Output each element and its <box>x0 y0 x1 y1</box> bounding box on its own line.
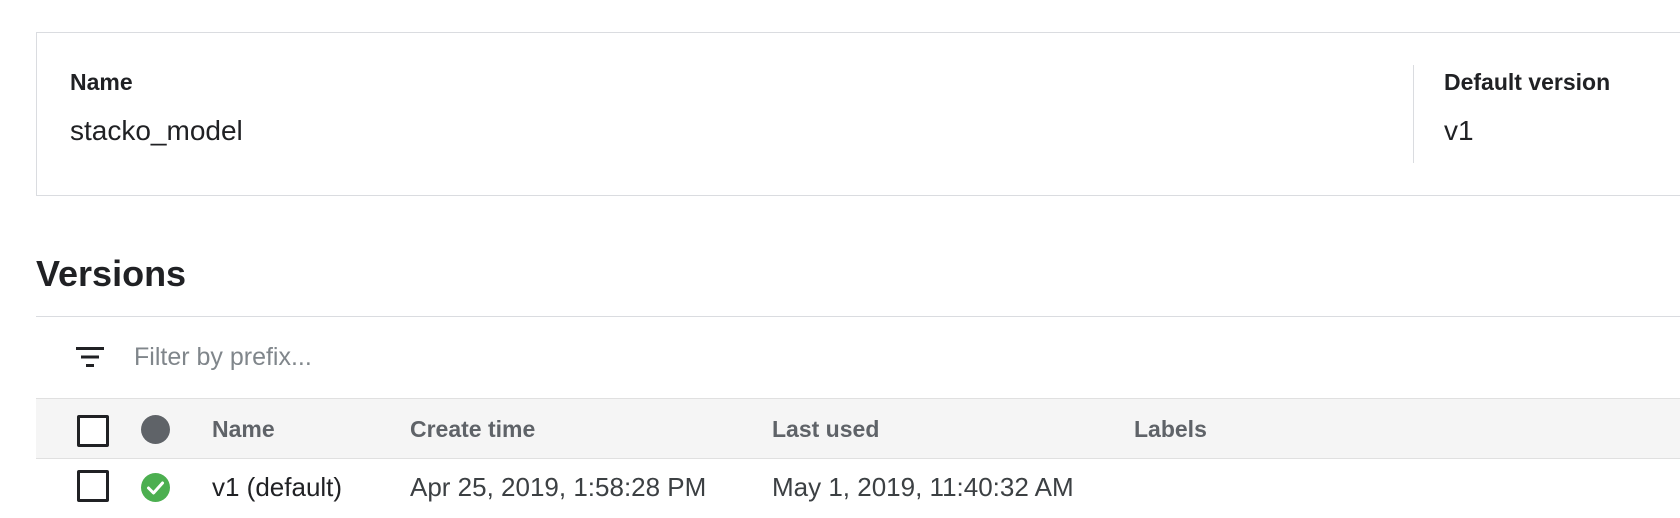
model-details-card: Name stacko_model Default version v1 <box>36 32 1680 196</box>
column-header-last-used[interactable]: Last used <box>772 414 879 444</box>
status-column-icon <box>141 415 170 444</box>
details-divider <box>1413 65 1414 163</box>
row-select-checkbox[interactable] <box>77 470 109 502</box>
version-name-link[interactable]: v1 (default) <box>212 472 342 502</box>
filter-list-icon[interactable] <box>76 347 104 369</box>
filter-input[interactable] <box>134 337 1034 377</box>
column-header-create-time[interactable]: Create time <box>410 414 535 444</box>
default-version-section: Default version v1 <box>1444 67 1610 148</box>
table-row[interactable]: v1 (default) Apr 25, 2019, 1:58:28 PM Ma… <box>36 459 1680 518</box>
column-header-name[interactable]: Name <box>212 414 275 444</box>
model-name-section: Name stacko_model <box>70 67 243 148</box>
versions-table-header: Name Create time Last used Labels <box>36 398 1680 459</box>
version-last-used: May 1, 2019, 11:40:32 AM <box>772 472 1074 502</box>
versions-title: Versions <box>36 253 187 294</box>
check-circle-icon <box>141 473 170 502</box>
select-all-checkbox[interactable] <box>77 415 109 447</box>
model-name-value: stacko_model <box>70 115 243 146</box>
column-header-labels[interactable]: Labels <box>1134 414 1207 444</box>
default-version-label: Default version <box>1444 69 1611 95</box>
version-create-time: Apr 25, 2019, 1:58:28 PM <box>410 472 707 502</box>
default-version-value: v1 <box>1444 115 1474 146</box>
filter-bar <box>36 317 1680 398</box>
model-name-label: Name <box>70 69 133 95</box>
